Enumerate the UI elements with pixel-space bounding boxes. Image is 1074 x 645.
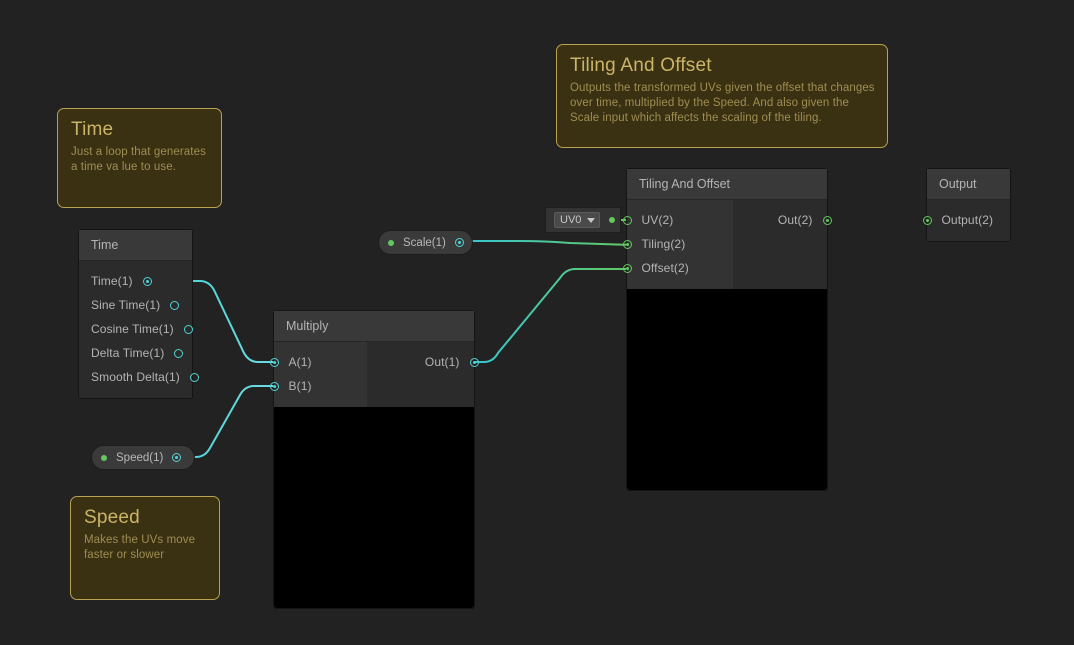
edge-time-to-multiply-a bbox=[187, 280, 280, 363]
port-dot-vector2[interactable] bbox=[922, 215, 932, 225]
node-body: A(1) B(1) Out(1) bbox=[269, 342, 479, 407]
port-dot-vector2[interactable] bbox=[822, 215, 832, 225]
sticky-note-body: Makes the UVs move faster or slower bbox=[84, 534, 196, 561]
port-dot-float[interactable] bbox=[454, 238, 464, 247]
property-node-speed[interactable]: Speed(1) bbox=[92, 446, 194, 469]
node-input-port-list: A(1) B(1) bbox=[269, 342, 367, 407]
port-label: Out(2) bbox=[777, 213, 813, 227]
property-label: Speed(1) bbox=[116, 451, 164, 464]
port-dot-vector2[interactable] bbox=[622, 239, 632, 249]
chevron-down-icon[interactable] bbox=[587, 217, 596, 223]
port-dot-float[interactable] bbox=[269, 357, 279, 367]
uv-channel-value: UV0 bbox=[560, 214, 582, 226]
port-dot-float[interactable] bbox=[170, 300, 180, 310]
property-node-scale[interactable]: Scale(1) bbox=[379, 231, 472, 254]
node-multiply[interactable]: Multiply A(1) B(1) Out(1) bbox=[269, 311, 479, 608]
port-row-b[interactable]: B(1) bbox=[269, 374, 367, 398]
node-output-port-list: Time(1) Sine Time(1) Cosine Time(1) Delt… bbox=[79, 261, 199, 398]
port-dot-float[interactable] bbox=[269, 381, 279, 391]
sticky-note-body: Outputs the transformed UVs given the of… bbox=[570, 82, 875, 124]
sticky-note-tiling-and-offset[interactable]: Tiling And Offset Outputs the transforme… bbox=[556, 44, 888, 148]
property-type-dot bbox=[388, 239, 394, 246]
node-tiling-and-offset[interactable]: Tiling And Offset UV(2) Tiling(2) Offset… bbox=[622, 169, 832, 490]
port-row-a[interactable]: A(1) bbox=[269, 350, 367, 374]
port-label: Sine Time(1) bbox=[91, 298, 161, 312]
node-output-port-list: Out(2) bbox=[733, 200, 832, 289]
sticky-note-title: Tiling And Offset bbox=[570, 55, 712, 76]
node-output[interactable]: Output Output(2) bbox=[922, 169, 1010, 241]
port-dot-float[interactable] bbox=[189, 372, 199, 382]
sticky-note-speed[interactable]: Speed Makes the UVs move faster or slowe… bbox=[70, 496, 220, 600]
port-row-delta-time[interactable]: Delta Time(1) bbox=[79, 341, 192, 365]
port-dot-float[interactable] bbox=[183, 324, 193, 334]
port-row-offset[interactable]: Offset(2) bbox=[622, 256, 733, 280]
node-preview[interactable] bbox=[274, 407, 474, 608]
node-output-port-list: Out(1) bbox=[367, 342, 479, 407]
port-label: Offset(2) bbox=[641, 261, 689, 275]
node-body: UV(2) Tiling(2) Offset(2) Out(2) bbox=[622, 200, 832, 289]
sticky-note-body: Just a loop that generates a time va lue… bbox=[71, 146, 206, 173]
port-label: Cosine Time(1) bbox=[91, 322, 174, 336]
port-row-cosine-time[interactable]: Cosine Time(1) bbox=[79, 317, 193, 341]
uv-channel-dropdown[interactable]: UV0 bbox=[554, 212, 601, 228]
shader-graph-canvas[interactable]: Time Just a loop that generates a time v… bbox=[0, 0, 1074, 645]
port-row-uv[interactable]: UV(2) bbox=[622, 208, 733, 232]
edge-scale-to-tiling bbox=[460, 240, 633, 246]
port-dot-float[interactable] bbox=[469, 357, 479, 367]
port-dot-float[interactable] bbox=[174, 348, 184, 358]
node-title: Output bbox=[927, 169, 1010, 200]
port-dot-vector2[interactable] bbox=[622, 215, 632, 225]
port-label: A(1) bbox=[288, 355, 312, 369]
node-body: Time(1) Sine Time(1) Cosine Time(1) Delt… bbox=[79, 261, 199, 398]
port-row-out[interactable]: Out(2) bbox=[766, 208, 832, 232]
port-label: Out(1) bbox=[424, 355, 460, 369]
uv-channel-output-dot[interactable] bbox=[609, 217, 616, 223]
node-preview[interactable] bbox=[627, 289, 827, 490]
node-title: Tiling And Offset bbox=[627, 169, 827, 200]
port-row-smooth-delta[interactable]: Smooth Delta(1) bbox=[79, 365, 199, 389]
node-title: Time bbox=[79, 230, 192, 261]
port-label: Time(1) bbox=[91, 274, 133, 288]
node-input-port-list: UV(2) Tiling(2) Offset(2) bbox=[622, 200, 733, 289]
node-title: Multiply bbox=[274, 311, 474, 342]
port-label: Output(2) bbox=[941, 213, 994, 227]
port-row-sine-time[interactable]: Sine Time(1) bbox=[79, 293, 192, 317]
port-row-time[interactable]: Time(1) bbox=[79, 269, 192, 293]
edge-speed-to-multiply-b bbox=[179, 385, 280, 458]
node-input-port-list: Output(2) bbox=[922, 200, 1010, 241]
port-row-tiling[interactable]: Tiling(2) bbox=[622, 232, 733, 256]
uv-channel-bar[interactable]: UV0 bbox=[546, 208, 620, 232]
sticky-note-title: Time bbox=[71, 119, 114, 140]
port-label: B(1) bbox=[288, 379, 312, 393]
property-label: Scale(1) bbox=[403, 236, 446, 249]
node-time[interactable]: Time Time(1) Sine Time(1) Cosine Time(1) bbox=[79, 230, 199, 398]
port-label: Delta Time(1) bbox=[91, 346, 165, 360]
sticky-note-title: Speed bbox=[84, 507, 140, 528]
port-label: UV(2) bbox=[641, 213, 674, 227]
port-row-out[interactable]: Out(1) bbox=[413, 350, 479, 374]
sticky-note-time[interactable]: Time Just a loop that generates a time v… bbox=[57, 108, 222, 208]
node-body: Output(2) bbox=[922, 200, 1010, 241]
port-dot-float[interactable] bbox=[172, 453, 182, 462]
port-row-output[interactable]: Output(2) bbox=[922, 208, 1010, 232]
port-label: Tiling(2) bbox=[641, 237, 686, 251]
port-dot-float[interactable] bbox=[142, 276, 152, 286]
port-dot-vector2[interactable] bbox=[622, 263, 632, 273]
port-label: Smooth Delta(1) bbox=[91, 370, 180, 384]
edge-multiply-out-to-offset bbox=[467, 268, 632, 363]
property-type-dot bbox=[101, 454, 107, 461]
